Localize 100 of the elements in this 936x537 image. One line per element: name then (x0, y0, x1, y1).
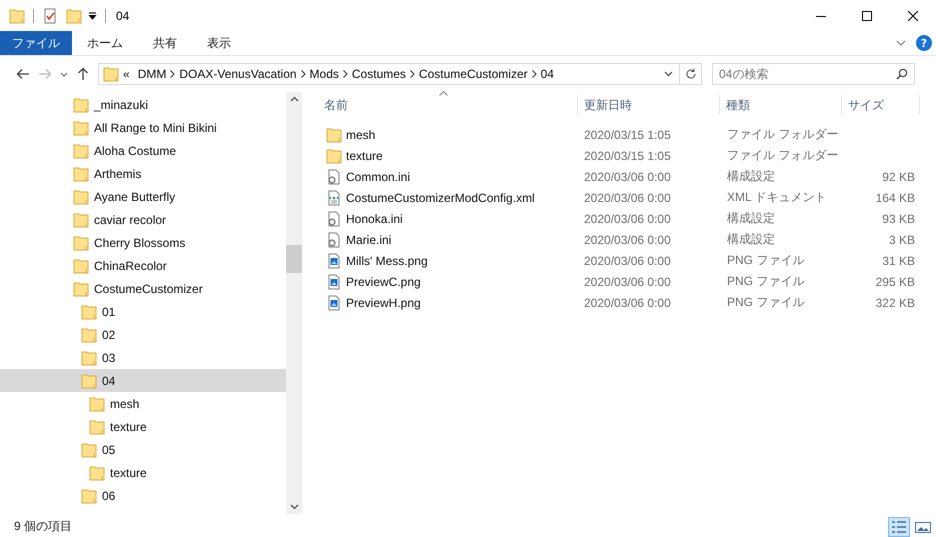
folder-icon (73, 280, 89, 296)
folder-icon (73, 212, 89, 228)
refresh-button[interactable] (680, 63, 702, 85)
overflow-chevron[interactable]: « (119, 67, 134, 81)
tree-item[interactable]: texture (0, 461, 286, 484)
properties-icon[interactable] (42, 8, 58, 24)
column-header[interactable]: サイズ (842, 95, 920, 115)
maximize-icon (862, 10, 872, 20)
breadcrumb[interactable]: DOAX-VenusVacation (175, 67, 301, 81)
tree-item[interactable]: ChinaRecolor (0, 254, 286, 277)
file-name: Marie.ini (346, 232, 392, 246)
tree-item[interactable]: 05 (0, 438, 286, 461)
file-type: ファイル フォルダー (726, 126, 840, 143)
scroll-down-icon[interactable] (290, 504, 298, 510)
file-row[interactable]: Honoka.ini 2020/03/06 0:00 構成設定 93 KB (318, 208, 936, 229)
tree-item[interactable]: Cherry Blossoms (0, 231, 286, 254)
folder-icon (81, 372, 97, 388)
details-view-button[interactable] (888, 516, 910, 536)
address-field[interactable]: « DMM DOAX-VenusVacation Mods Costumes CostumeCustomizer 04 (98, 63, 680, 85)
file-size: 3 KB (888, 232, 915, 246)
file-row[interactable]: Marie.ini 2020/03/06 0:00 構成設定 3 KB (318, 229, 936, 250)
scroll-up-icon[interactable] (290, 96, 298, 102)
file-row[interactable]: Mills' Mess.png 2020/03/06 0:00 PNG ファイル 31 KB (318, 250, 936, 271)
image-file-icon (326, 274, 342, 290)
large-icons-view-icon (915, 520, 931, 534)
tree-item[interactable]: 03 (0, 346, 286, 369)
file-row[interactable]: Common.ini 2020/03/06 0:00 構成設定 92 KB (318, 166, 936, 187)
folder-icon (73, 96, 89, 112)
folder-icon (81, 350, 97, 366)
column-header[interactable]: 種類 (720, 95, 842, 115)
tree-item[interactable]: 04 (0, 369, 286, 392)
tree-item[interactable]: 02 (0, 323, 286, 346)
file-row[interactable]: texture 2020/03/15 1:05 ファイル フォルダー (318, 145, 936, 166)
file-row[interactable]: PreviewC.png 2020/03/06 0:00 PNG ファイル 295 KB (318, 271, 936, 292)
scrollbar[interactable] (286, 92, 302, 514)
folder-icon (73, 142, 89, 158)
tree-item[interactable]: Ayane Butterfly (0, 185, 286, 208)
modified-date: 2020/03/06 0:00 (583, 232, 672, 246)
details-view-icon (891, 520, 907, 534)
tree-item[interactable]: All Range to Mini Bikini (0, 116, 286, 139)
file-row[interactable]: mesh 2020/03/15 1:05 ファイル フォルダー (318, 124, 936, 145)
file-name: texture (346, 148, 383, 162)
settings-file-icon (326, 168, 342, 184)
file-name: mesh (346, 128, 376, 142)
scroll-thumb[interactable] (286, 245, 302, 273)
file-size: 164 KB (874, 190, 915, 204)
tree-item[interactable]: texture (0, 415, 286, 438)
tree-item[interactable]: Aloha Costume (0, 139, 286, 162)
window-title: 04 (116, 8, 130, 22)
tree-item[interactable]: Arthemis (0, 162, 286, 185)
folder-icon (73, 234, 89, 250)
image-file-icon (326, 294, 342, 310)
breadcrumb[interactable]: Costumes (348, 67, 410, 81)
back-arrow-icon[interactable] (16, 68, 30, 80)
breadcrumb[interactable]: CostumeCustomizer (414, 67, 532, 81)
folder-icon (326, 148, 342, 164)
column-header[interactable]: 名前 (318, 95, 578, 115)
file-size: 295 KB (874, 274, 915, 288)
settings-file-icon (326, 232, 342, 248)
file-type: 構成設定 (726, 168, 776, 185)
up-arrow-icon[interactable] (77, 67, 89, 81)
file-type: ファイル フォルダー (726, 147, 840, 164)
chevron-right-icon (342, 70, 348, 78)
folder-icon (89, 464, 105, 480)
help-button[interactable]: ? (916, 35, 932, 51)
modified-date: 2020/03/06 0:00 (583, 170, 672, 184)
recent-dropdown-icon[interactable] (60, 72, 68, 76)
breadcrumb[interactable]: Mods (306, 67, 343, 81)
search-icon (896, 68, 908, 80)
file-row[interactable]: PreviewH.png 2020/03/06 0:00 PNG ファイル 322 KB (318, 292, 936, 313)
sort-ascending-icon (439, 91, 448, 96)
modified-date: 2020/03/15 1:05 (583, 148, 672, 162)
tree-item[interactable]: _minazuki (0, 93, 286, 116)
breadcrumb[interactable]: 04 (536, 67, 558, 81)
file-type: 構成設定 (726, 210, 776, 227)
image-file-icon (326, 252, 342, 268)
tree-item[interactable]: 06 (0, 484, 286, 507)
column-header[interactable]: 更新日時 (578, 95, 720, 115)
expand-ribbon-icon[interactable] (896, 40, 906, 46)
search-field[interactable]: 04の検索 (712, 63, 915, 85)
folder-icon (103, 66, 119, 82)
file-row[interactable]: CostumeCustomizerModConfig.xml 2020/03/06 0:00 XML ドキュメント 164 KB (318, 187, 936, 208)
chevron-right-icon (170, 70, 176, 78)
tree-item[interactable]: 01 (0, 300, 286, 323)
file-size: 93 KB (881, 212, 915, 226)
file-name: PreviewC.png (346, 274, 421, 288)
dropdown-icon[interactable] (88, 11, 97, 20)
tree-item[interactable]: mesh (0, 392, 286, 415)
tree-item[interactable]: caviar recolor (0, 208, 286, 231)
folder-icon (89, 418, 105, 434)
history-dropdown-icon[interactable] (664, 71, 673, 77)
settings-file-icon (326, 210, 342, 226)
ribbon-tab[interactable]: 共有 (138, 31, 192, 55)
chevron-right-icon (410, 70, 415, 78)
file-tab[interactable]: ファイル (0, 31, 72, 55)
ribbon-tab[interactable]: 表示 (192, 31, 246, 55)
tree-item[interactable]: CostumeCustomizer (0, 277, 286, 300)
refresh-icon (684, 68, 696, 80)
ribbon-tab[interactable]: ホーム (72, 31, 138, 55)
breadcrumb[interactable]: DMM (134, 67, 170, 81)
